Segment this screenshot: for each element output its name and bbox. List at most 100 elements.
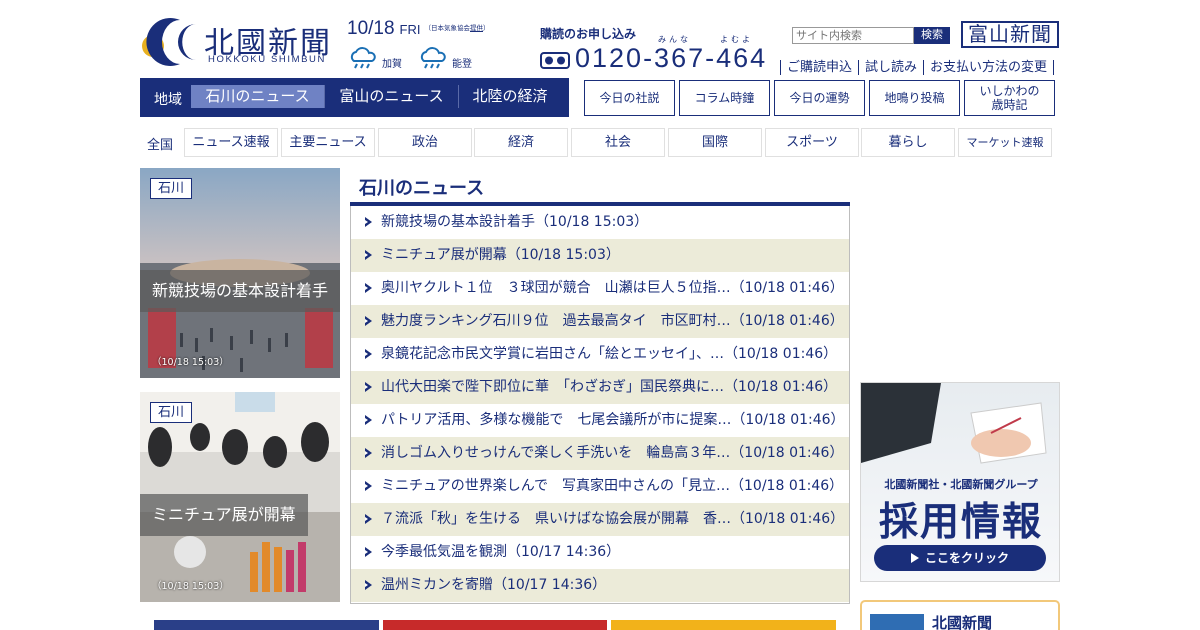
phone-icon (540, 52, 570, 69)
subscription-info: 購読のお申し込み みんな よむよ 0120-367-464 (540, 25, 780, 75)
category-society[interactable]: 社会 (571, 128, 665, 157)
news-item[interactable]: 魅力度ランキング石川９位 過去最高タイ 市区町村…（10/18 01:46） (351, 305, 849, 338)
news-item[interactable]: ７流派「秋」を生ける 県いけばな協会展が開幕 香…（10/18 01:46） (351, 503, 849, 536)
news-item-title: ７流派「秋」を生ける 県いけばな協会展が開幕 香…（10/18 01:46） (381, 511, 845, 527)
news-item-title: 消しゴム入りせっけんで楽しく手洗いを 輪島高３年…（10/18 01:46） (381, 445, 844, 461)
category-international[interactable]: 国際 (668, 128, 762, 157)
weather-credit-end: ） (483, 24, 490, 32)
photo-card-miniature[interactable]: 石川 ミニチュア展が開幕 （10/18 15:03） (140, 392, 340, 602)
category-market[interactable]: マーケット速報 (958, 128, 1052, 157)
ishikawa-seasonal-button[interactable]: いしかわの 歳時記 (964, 80, 1055, 116)
news-item-title: ミニチュアの世界楽しんで 写真家田中さんの「見立…（10/18 01:46） (381, 478, 844, 494)
arrow-right-icon (365, 415, 372, 425)
promo-card-title: 北國新聞 (932, 614, 993, 630)
arrow-right-icon (365, 349, 372, 359)
search-button[interactable]: 検索 (914, 27, 950, 44)
news-item-title: パトリア活用、多様な機能で 七尾会議所が市に提案…（10/18 01:46） (381, 412, 845, 428)
arrow-right-icon (365, 580, 372, 590)
hokkoku-logo[interactable]: 北國新聞 HOKKOKU SHIMBUN (140, 16, 340, 68)
day-of-week: FRI (399, 22, 421, 37)
recruit-click-button[interactable]: ここをクリック (874, 545, 1046, 571)
region-tag: 石川 (150, 402, 192, 423)
news-item-title: 温州ミカンを寄贈（10/17 14:36） (381, 577, 607, 593)
news-item[interactable]: 新競技場の基本設計着手（10/18 15:03） (351, 206, 849, 239)
category-major[interactable]: 主要ニュース (281, 128, 375, 157)
logo-subtitle: HOKKOKU SHIMBUN (208, 54, 326, 65)
site-search: 検索 (792, 27, 952, 45)
search-input[interactable] (792, 27, 914, 44)
arrow-right-icon (365, 316, 372, 326)
news-item[interactable]: 今季最低気温を観測（10/17 14:36） (351, 536, 849, 569)
subscribe-link[interactable]: ご購読申込 (780, 60, 860, 75)
arrow-right-icon (365, 250, 372, 260)
news-item[interactable]: 奥川ヤクルト１位 ３球団が競合 山瀬は巨人５位指…（10/18 01:46） (351, 272, 849, 305)
arrow-right-icon (365, 382, 372, 392)
current-date: 10/18 (347, 18, 395, 39)
rain-cloud-icon (350, 47, 376, 69)
photo-time: （10/18 15:03） (152, 581, 229, 592)
hokkoku-promo-card[interactable]: 北國新聞 (860, 600, 1060, 630)
arrow-right-icon (365, 481, 372, 491)
toyama-shimbun-link[interactable]: 富山新聞 (961, 21, 1059, 48)
editorial-button[interactable]: 今日の社説 (584, 80, 675, 116)
payment-change-link[interactable]: お支払い方法の変更 (924, 60, 1055, 75)
news-item[interactable]: パトリア活用、多様な機能で 七尾会議所が市に提案…（10/18 01:46） (351, 404, 849, 437)
category-sports[interactable]: スポーツ (765, 128, 859, 157)
category-economy[interactable]: 経済 (474, 128, 568, 157)
arrow-right-icon (365, 514, 372, 524)
tab-ishikawa-news[interactable]: 石川のニュース (191, 85, 324, 108)
news-item[interactable]: 泉鏡花記念市民文学賞に岩田さん「絵とエッセイ」、…（10/18 01:46） (351, 338, 849, 371)
weather-label: 加賀 (382, 59, 402, 70)
news-heading: 石川のニュース (350, 168, 850, 206)
newspaper-thumbnail-icon (870, 614, 924, 630)
news-item-title: ミニチュア展が開幕（10/18 15:03） (381, 247, 620, 263)
bottom-banner-1[interactable] (154, 620, 379, 630)
category-living[interactable]: 暮らし (861, 128, 955, 157)
bottom-banner-2[interactable] (383, 620, 607, 630)
arrow-right-icon (365, 283, 372, 293)
subscription-title: 購読のお申し込み (540, 27, 637, 41)
date-display: 10/18 FRI （日本気象協会提供） (347, 18, 507, 40)
trial-link[interactable]: 試し読み (859, 60, 925, 75)
category-nav: 全国 ニュース速報 主要ニュース 政治 経済 社会 国際 スポーツ 暮らし マー… (140, 128, 1060, 157)
arrow-right-icon (365, 448, 372, 458)
weather-credit-text: （日本気象協会 (424, 24, 471, 32)
region-tag: 石川 (150, 178, 192, 199)
news-item[interactable]: 山代大田楽で陛下即位に華 「わざおぎ」国民祭典に…（10/18 01:46） (351, 371, 849, 404)
weather-credit: （日本気象協会提供） (425, 24, 490, 32)
region-label: 地域 (154, 92, 182, 108)
bottom-banner-3[interactable] (611, 620, 836, 630)
phone-number[interactable]: 0120-367-464 (575, 43, 767, 74)
photo-time: （10/18 15:03） (152, 357, 229, 368)
weather-credit-link[interactable]: 提供 (470, 24, 483, 32)
news-item[interactable]: 温州ミカンを寄贈（10/17 14:36） (351, 569, 849, 602)
arrow-right-icon (365, 547, 372, 557)
weather-forecast: 加賀 能登 (347, 47, 517, 70)
news-item-title: 山代大田楽で陛下即位に華 「わざおぎ」国民祭典に…（10/18 01:46） (381, 379, 838, 395)
photo-card-stadium[interactable]: 石川 新競技場の基本設計着手 （10/18 15:03） (140, 168, 340, 378)
horoscope-button[interactable]: 今日の運勢 (774, 80, 865, 116)
arrow-right-icon (365, 217, 372, 227)
tab-hokuriku-economy[interactable]: 北陸の経済 (458, 85, 561, 108)
category-label: 全国 (147, 138, 174, 153)
category-politics[interactable]: 政治 (378, 128, 472, 157)
utility-links: ご購読申込 試し読み お支払い方法の変更 (780, 56, 1055, 75)
rain-cloud-icon (420, 47, 446, 69)
news-item[interactable]: ミニチュア展が開幕（10/18 15:03） (351, 239, 849, 272)
category-breaking[interactable]: ニュース速報 (184, 128, 278, 157)
logo-mark-icon (142, 18, 196, 66)
news-item[interactable]: 消しゴム入りせっけんで楽しく手洗いを 輪島高３年…（10/18 01:46） (351, 437, 849, 470)
news-item-title: 泉鏡花記念市民文学賞に岩田さん「絵とエッセイ」、…（10/18 01:46） (381, 346, 838, 362)
photo-caption: 新競技場の基本設計着手 (140, 270, 340, 312)
region-nav: 地域 石川のニュース 富山のニュース 北陸の経済 (140, 78, 569, 117)
news-list: 新競技場の基本設計着手（10/18 15:03） ミニチュア展が開幕（10/18… (350, 206, 850, 604)
recruitment-banner[interactable]: 北國新聞社・北國新聞グループ 採用情報 ここをクリック (860, 382, 1060, 582)
reader-posts-button[interactable]: 地鳴り投稿 (869, 80, 960, 116)
column-jisho-button[interactable]: コラム時鐘 (679, 80, 770, 116)
recruit-subtitle: 北國新聞社・北國新聞グループ (884, 478, 1038, 491)
news-item-title: 魅力度ランキング石川９位 過去最高タイ 市区町村…（10/18 01:46） (381, 313, 844, 329)
news-item[interactable]: ミニチュアの世界楽しんで 写真家田中さんの「見立…（10/18 01:46） (351, 470, 849, 503)
news-item-title: 奥川ヤクルト１位 ３球団が競合 山瀬は巨人５位指…（10/18 01:46） (381, 280, 844, 296)
news-item-title: 新競技場の基本設計着手（10/18 15:03） (381, 214, 649, 230)
tab-toyama-news[interactable]: 富山のニュース (324, 85, 458, 108)
